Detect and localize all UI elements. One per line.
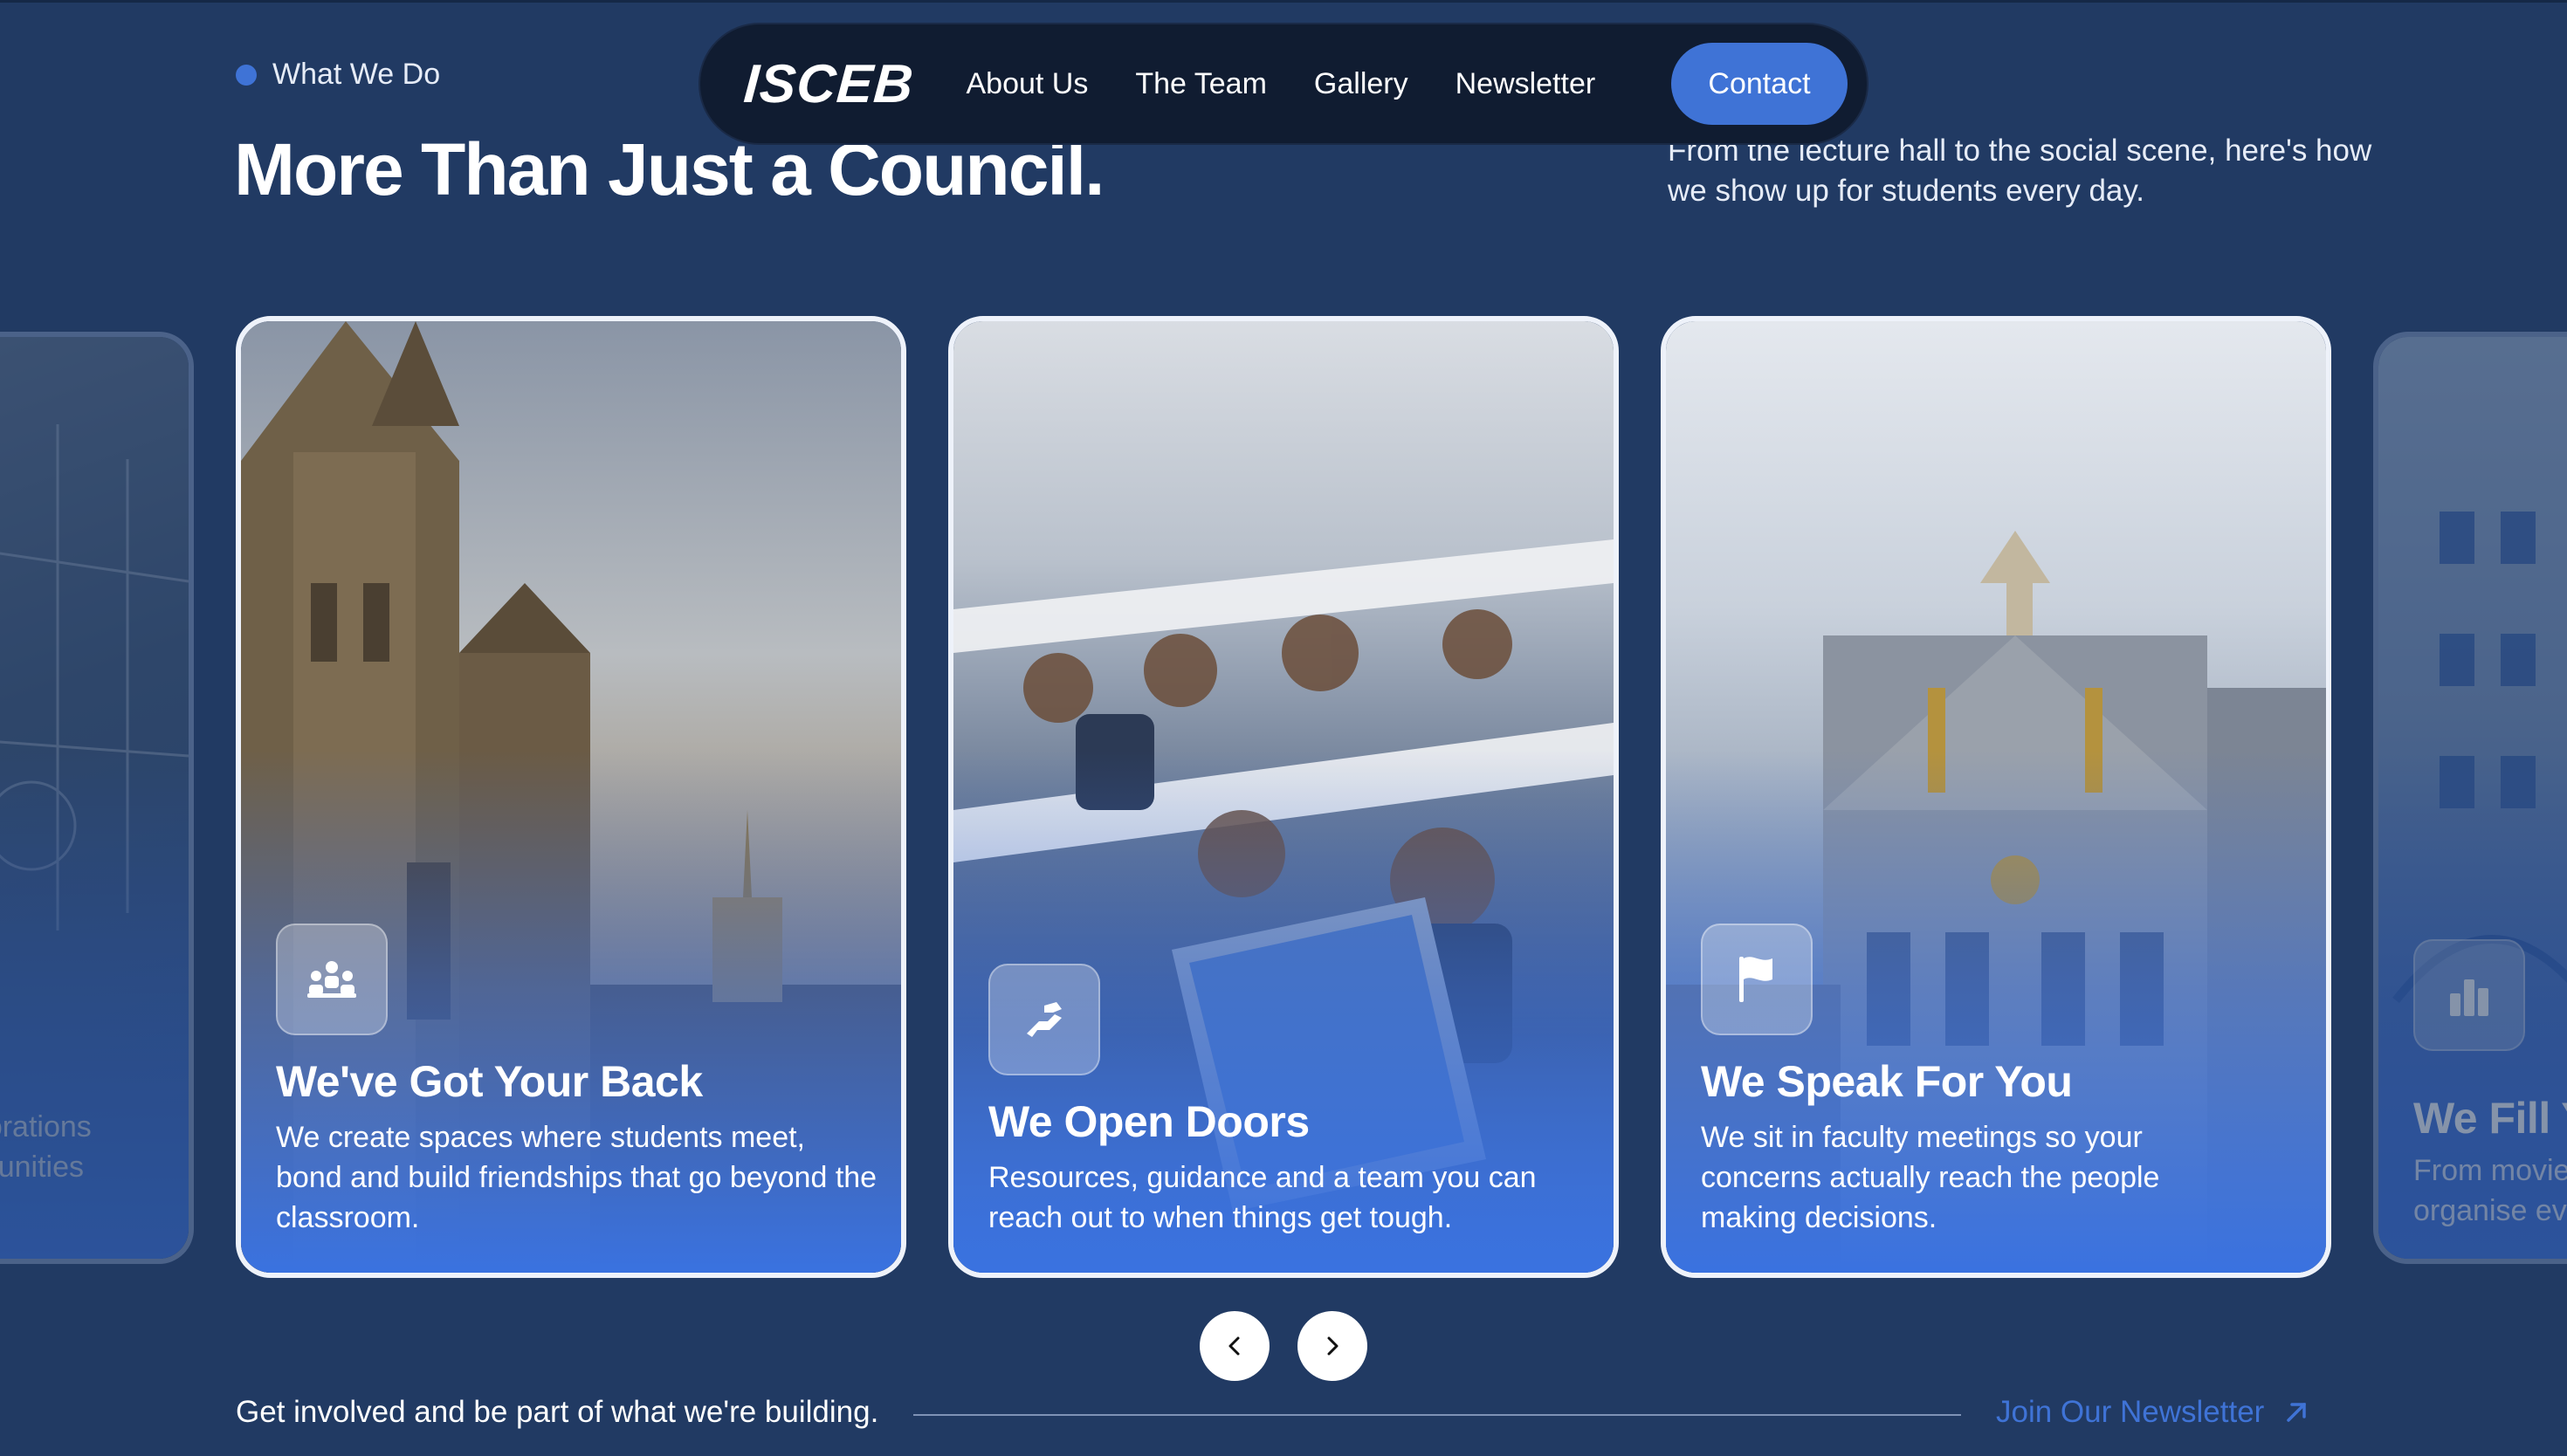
carousel-card-speak-for-you[interactable]: We Speak For You We sit in faculty meeti…: [1661, 316, 2331, 1278]
eyebrow-label: What We Do: [272, 58, 441, 91]
arrow-up-right-icon: [2287, 1403, 2307, 1422]
bar-chart-icon: [2413, 939, 2525, 1051]
card-1-desc: We create spaces where students meet, bo…: [276, 1121, 877, 1234]
card-3-desc: We sit in faculty meetings so your conce…: [1701, 1121, 2160, 1234]
cta-text: Get involved and be part of what we're b…: [236, 1395, 879, 1429]
top-navigation: ISCEB About Us The Team Gallery Newslett…: [699, 23, 1868, 145]
card-0-desc-line-1: aborations: [0, 1110, 92, 1144]
card-0-desc: aborations rtunities: [0, 1107, 92, 1187]
carousel-prev-button[interactable]: [1200, 1311, 1270, 1381]
nav-link-team[interactable]: The Team: [1135, 67, 1267, 101]
join-newsletter-link[interactable]: Join Our Newsletter: [1996, 1395, 2309, 1430]
carousel-next-button[interactable]: [1297, 1311, 1367, 1381]
flag-icon: [1701, 924, 1813, 1035]
nav-link-newsletter[interactable]: Newsletter: [1456, 67, 1596, 101]
card-4-desc-line-2: organise ev: [2413, 1194, 2567, 1227]
carousel-card-partial-left[interactable]: aborations rtunities: [0, 332, 194, 1264]
card-2-title: We Open Doors: [988, 1097, 1310, 1146]
contact-button[interactable]: Contact: [1671, 43, 1848, 125]
site-logo[interactable]: ISCEB: [742, 53, 916, 115]
join-newsletter-label: Join Our Newsletter: [1996, 1395, 2265, 1429]
carousel-card-open-doors[interactable]: We Open Doors Resources, guidance and a …: [948, 316, 1619, 1278]
section-eyebrow: What We Do: [236, 58, 440, 92]
people-group-icon: [276, 924, 388, 1035]
card-2-desc: Resources, guidance and a team you can r…: [988, 1161, 1537, 1234]
carousel-card-partial-right[interactable]: We Fill Y From movie organise ev: [2373, 332, 2567, 1264]
carousel-card-got-your-back[interactable]: We've Got Your Back We create spaces whe…: [236, 316, 906, 1278]
nav-link-gallery[interactable]: Gallery: [1314, 67, 1408, 101]
card-0-desc-line-2: rtunities: [0, 1150, 84, 1184]
cta-divider: [913, 1414, 1961, 1416]
card-4-desc-line-1: From movie: [2413, 1154, 2567, 1187]
top-border: [0, 0, 2567, 3]
card-3-title: We Speak For You: [1701, 1057, 2073, 1106]
card-1-title: We've Got Your Back: [276, 1057, 703, 1106]
eyebrow-dot-icon: [236, 64, 257, 86]
helping-hand-icon: [988, 964, 1100, 1075]
card-4-desc: From movie organise ev: [2413, 1150, 2567, 1231]
card-4-title: We Fill Y: [2413, 1094, 2567, 1143]
chevron-left-icon: [1228, 1336, 1240, 1356]
nav-link-about[interactable]: About Us: [966, 67, 1088, 101]
chevron-right-icon: [1327, 1336, 1339, 1356]
